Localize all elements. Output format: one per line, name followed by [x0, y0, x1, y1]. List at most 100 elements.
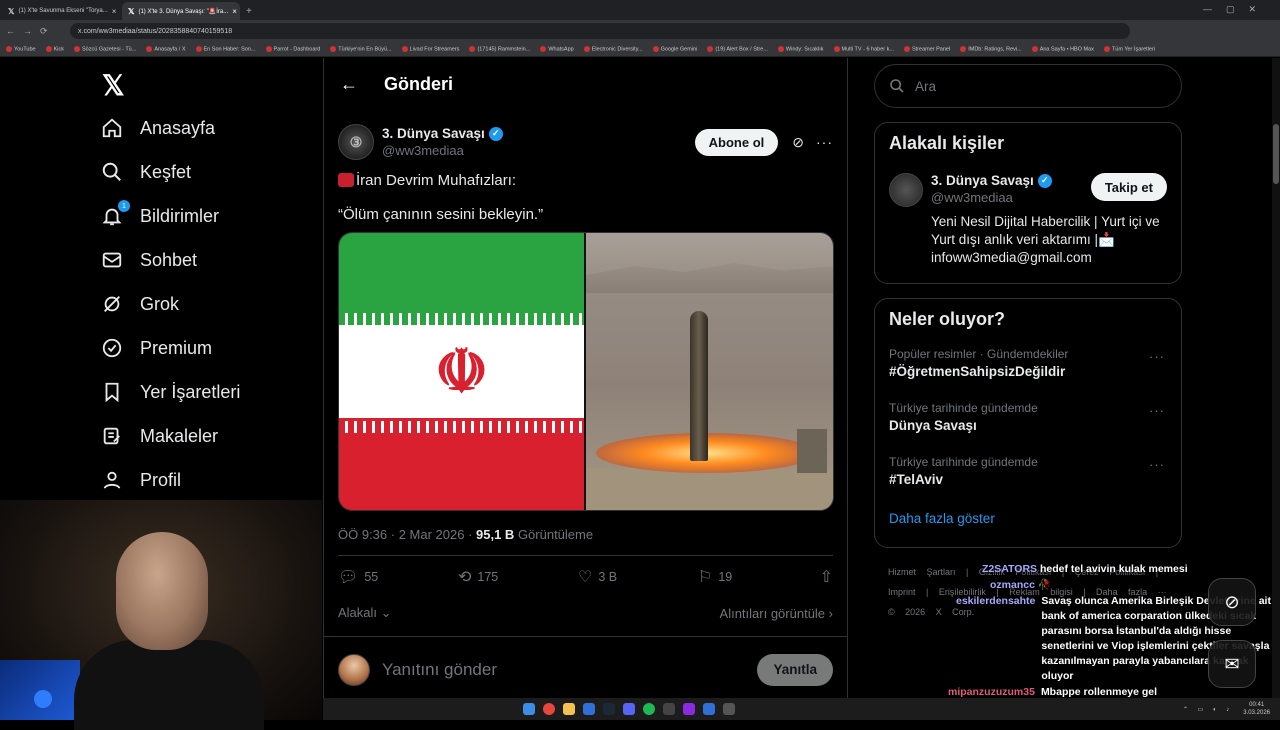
nav-item-bookmarks[interactable]: Yer İşaretleri — [100, 370, 320, 414]
like-action[interactable]: ♡ 3 B — [578, 567, 698, 587]
bookmark-icon — [540, 45, 547, 52]
bookmarks-bar: YouTube Kick Sözcü Gazetesi - Tü... Anas… — [0, 42, 1280, 57]
search-icon — [100, 160, 124, 184]
bookmark-action[interactable]: ⚐ 19 — [698, 567, 818, 587]
missile-launch-image[interactable] — [586, 233, 833, 510]
reply-input[interactable]: Yanıtını gönder — [382, 660, 497, 680]
browser-tab-active[interactable]: 𝕏 (1) X'te 3. Dünya Savaşı: "🚨İra... × — [122, 2, 240, 20]
nav-item-profile[interactable]: Profil — [100, 458, 320, 502]
new-tab-button[interactable]: + — [246, 6, 252, 17]
subscribe-button[interactable]: Abone ol — [694, 128, 779, 156]
bookmark-item[interactable]: Ana Sayfa • HBO Max — [1031, 45, 1094, 52]
bookmark-item[interactable]: (19) Alert Box / Stre... — [707, 45, 768, 52]
nav-item-explore[interactable]: Keşfet — [100, 150, 320, 194]
floating-buttons: ⊘ ✉ — [1208, 578, 1256, 702]
related-person[interactable]: 3. Dünya Savaşı ✓ @ww3mediaa Takip et — [889, 173, 1167, 207]
user-avatar[interactable] — [338, 653, 370, 686]
iran-flag-image[interactable]: ☫ — [339, 233, 586, 510]
related-dropdown[interactable]: Alakalı ⌄ — [338, 605, 392, 621]
related-name[interactable]: 3. Dünya Savaşı — [931, 173, 1034, 188]
bookmark-item[interactable]: Tüm Yer İşaretleri — [1103, 45, 1155, 52]
steam-icon[interactable] — [603, 703, 615, 715]
view-quotes-link[interactable]: Alıntıları görüntüle › — [720, 606, 833, 621]
share-action[interactable]: ⇧ — [820, 567, 833, 587]
trend-item[interactable]: Türkiye tarihinde gündemde #TelAviv ··· — [889, 447, 1167, 501]
nav-item-notifications[interactable]: 1 Bildirimler — [100, 194, 320, 238]
bookmark-icon: ⚐ — [698, 569, 713, 586]
discord-icon[interactable] — [623, 703, 635, 715]
trend-item[interactable]: Popüler resimler · Gündemdekiler #Öğretm… — [889, 339, 1167, 393]
bookmark-item[interactable]: Google Gemini — [652, 45, 697, 52]
app-icon[interactable] — [683, 703, 695, 715]
post-timestamp[interactable]: ÖÖ 9:36 · 2 Mar 2026 · — [338, 527, 476, 542]
bookmark-item[interactable]: Livad For Streamers — [401, 45, 459, 52]
related-avatar[interactable] — [889, 173, 923, 207]
folder-icon[interactable] — [563, 703, 575, 715]
browser-nav-buttons[interactable]: ←→⟳ — [0, 26, 70, 37]
tab-title: (1) X'te 3. Dünya Savaşı: "🚨İra... — [138, 8, 229, 15]
post-media[interactable]: ☫ — [338, 232, 834, 511]
chrome-icon[interactable] — [543, 703, 555, 715]
bookmark-item[interactable]: Multi TV - 6 haber k... — [833, 45, 894, 52]
bookmark-item[interactable]: WhatsApp — [540, 45, 574, 52]
bookmark-item[interactable]: Windy: Sıcaklık — [777, 45, 824, 52]
bookmark-item[interactable]: YouTube — [6, 45, 36, 52]
app-icon[interactable] — [723, 703, 735, 715]
bookmark-item[interactable]: Streamer Panel — [903, 45, 950, 52]
tray-icons[interactable]: ⌃ ▭ ◐ ♪ — [1183, 706, 1233, 713]
nav-item-articles[interactable]: Makaleler — [100, 414, 320, 458]
post-text-line-1: İran Devrim Muhafızları: — [324, 166, 847, 206]
bookmark-item[interactable]: Kick — [45, 45, 64, 52]
bookmark-item[interactable]: Sözcü Gazetesi - Tü... — [74, 45, 136, 52]
related-row: Alakalı ⌄ Alıntıları görüntüle › — [324, 598, 847, 628]
nav-item-premium[interactable]: Premium — [100, 326, 320, 370]
bookmark-item[interactable]: IMDb: Ratings, Revi... — [960, 45, 1022, 52]
search-input[interactable]: Ara — [874, 64, 1182, 108]
reply-action[interactable]: 💬︎ 55 — [338, 567, 458, 587]
more-options-icon[interactable]: ··· — [1149, 403, 1165, 418]
more-options-icon[interactable]: ··· — [1149, 457, 1165, 472]
more-options-icon[interactable]: ··· — [816, 134, 833, 150]
home-icon — [100, 116, 124, 140]
repost-action[interactable]: ⟲ 175 — [458, 567, 578, 587]
nav-item-home[interactable]: Anasayfa — [100, 106, 320, 150]
reply-button[interactable]: Yanıtla — [757, 653, 833, 686]
bookmark-item[interactable]: Parrot - Dashboard — [265, 45, 320, 52]
grok-floating-icon[interactable]: ⊘ — [1208, 578, 1256, 626]
bookmark-item[interactable]: (17145) Rammstein... — [469, 45, 530, 52]
start-icon[interactable] — [523, 703, 535, 715]
folder-icon — [1103, 45, 1110, 52]
grok-icon[interactable]: ⊘ — [792, 134, 804, 151]
mail-icon — [100, 248, 124, 272]
more-options-icon[interactable]: ··· — [1149, 349, 1165, 364]
browser-tab[interactable]: 𝕏 (1) X'te Savunma Ekseni "Torya... × — [2, 2, 120, 20]
close-icon[interactable]: × — [112, 7, 117, 16]
back-arrow-icon[interactable]: ← — [340, 74, 358, 95]
url-field[interactable]: x.com/ww3mediaa/status/20283588407401595… — [70, 23, 1130, 39]
close-icon[interactable]: × — [232, 7, 237, 16]
bookmark-item[interactable]: Electronic Diversity... — [583, 45, 643, 52]
trend-item[interactable]: Türkiye tarihinde gündemde Dünya Savaşı … — [889, 393, 1167, 447]
bookmark-item[interactable]: Anasayfa / X — [146, 45, 186, 52]
nav-item-messages[interactable]: Sohbet — [100, 238, 320, 282]
spotify-icon[interactable] — [643, 703, 655, 715]
post-meta: ÖÖ 9:36 · 2 Mar 2026 · 95,1 B Görüntülem… — [324, 511, 847, 555]
x-logo-icon[interactable]: 𝕏 — [102, 66, 320, 106]
nav-item-grok[interactable]: Grok — [100, 282, 320, 326]
messages-floating-icon[interactable]: ✉ — [1208, 640, 1256, 688]
show-more-link[interactable]: Daha fazla göster — [889, 501, 1167, 537]
author-avatar[interactable]: ③ — [338, 124, 374, 160]
follow-button[interactable]: Takip et — [1090, 173, 1167, 201]
window-controls[interactable]: —▢✕ — [1203, 4, 1270, 15]
author-name[interactable]: 3. Dünya Savaşı — [382, 126, 485, 141]
clock[interactable]: 00:41 3.03.2026 — [1243, 701, 1270, 717]
bookmark-item[interactable]: Türkiye'nin En Büyü... — [330, 45, 392, 52]
bookmark-icon — [265, 45, 272, 52]
app-icon[interactable] — [583, 703, 595, 715]
scrollbar[interactable] — [1272, 58, 1280, 698]
app-icon[interactable] — [703, 703, 715, 715]
app-icon[interactable] — [663, 703, 675, 715]
scrollbar-thumb[interactable] — [1273, 124, 1279, 184]
bookmark-item[interactable]: En Son Haber: Son... — [195, 45, 256, 52]
author-handle[interactable]: @ww3mediaa — [382, 143, 503, 158]
